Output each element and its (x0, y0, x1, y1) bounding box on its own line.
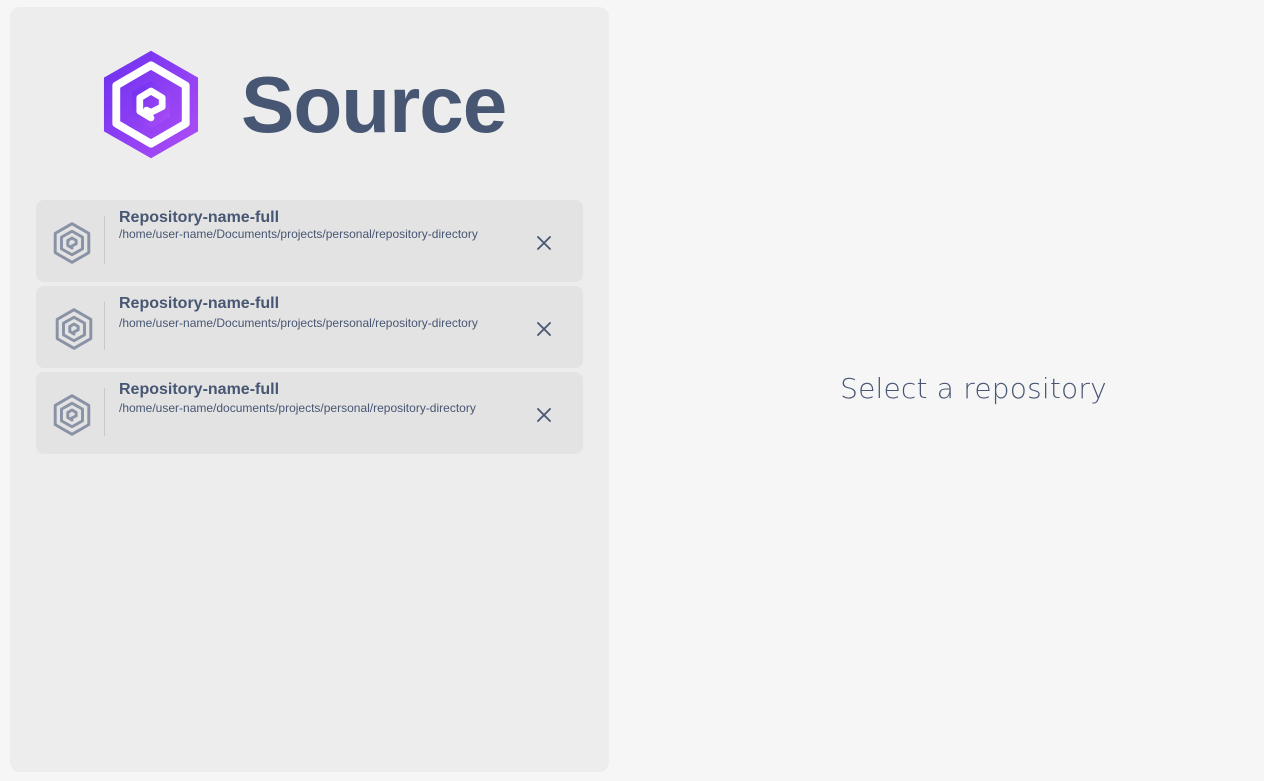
remove-repository-button[interactable] (534, 233, 554, 253)
repository-info: Repository-name-full /home/user-name/doc… (119, 381, 494, 415)
app-window: Source Repository-name-full /home/user-n… (0, 0, 1264, 781)
repository-path: /home/user-name/documents/projects/perso… (119, 401, 476, 415)
close-icon (537, 236, 551, 250)
divider (104, 216, 105, 264)
close-icon (537, 408, 551, 422)
repository-name: Repository-name-full (119, 209, 280, 226)
close-icon (537, 322, 551, 336)
repository-item[interactable]: Repository-name-full /home/user-name/Doc… (36, 200, 583, 282)
repository-info: Repository-name-full /home/user-name/Doc… (119, 295, 494, 330)
repository-name: Repository-name-full (119, 295, 280, 312)
remove-repository-button[interactable] (534, 319, 554, 339)
app-title: Source (241, 59, 507, 149)
repository-icon (53, 308, 95, 350)
divider (104, 388, 105, 436)
divider (104, 302, 105, 350)
repository-info: Repository-name-full /home/user-name/Doc… (119, 209, 494, 241)
brand-header: Source (95, 47, 507, 162)
sidebar: Source Repository-name-full /home/user-n… (10, 7, 609, 772)
repository-icon (51, 394, 93, 436)
repository-item[interactable]: Repository-name-full /home/user-name/Doc… (36, 286, 583, 368)
remove-repository-button[interactable] (534, 405, 554, 425)
empty-state-message: Select a repository (840, 372, 1107, 405)
repository-list: Repository-name-full /home/user-name/Doc… (36, 200, 583, 458)
repository-icon (51, 222, 93, 264)
repository-path: /home/user-name/Documents/projects/perso… (119, 316, 478, 330)
repository-path: /home/user-name/Documents/projects/perso… (119, 227, 478, 241)
source-logo-icon (103, 50, 199, 159)
repository-item[interactable]: Repository-name-full /home/user-name/doc… (36, 372, 583, 454)
repository-name: Repository-name-full (119, 381, 280, 398)
